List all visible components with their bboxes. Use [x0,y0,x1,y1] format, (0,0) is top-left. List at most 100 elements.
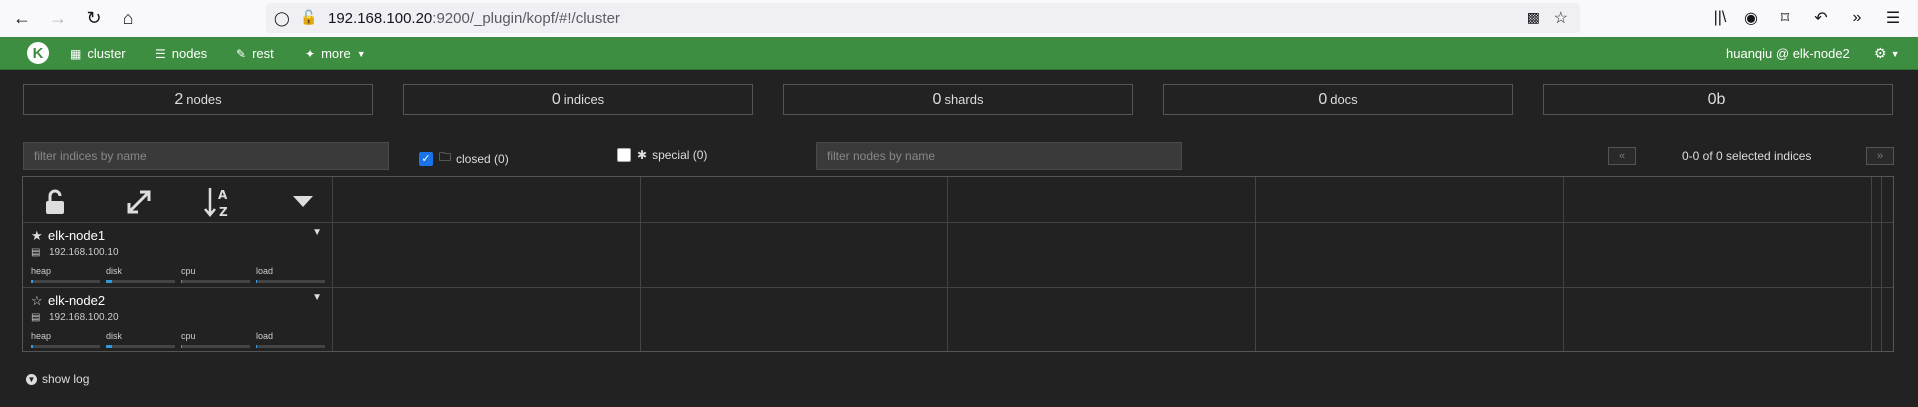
stat-docs: 0 docs [1163,84,1513,115]
nav-cluster-label: cluster [87,46,126,61]
node-card: ☆ elk-node2 ▼ ▤ 192.168.100.20 heap disk… [23,288,332,352]
filter-indices-input[interactable] [23,142,389,170]
metric-label: cpu [181,266,196,276]
bookmark-star-icon[interactable]: ☆ [1554,8,1568,28]
metric-load: load [256,331,325,348]
caret-down-icon[interactable] [286,185,320,219]
sitemap-icon: ▦ [70,46,82,61]
grid-divider [1563,177,1564,351]
closed-label: closed (0) [456,151,509,166]
master-star-icon: ★ [31,228,43,243]
closed-filter[interactable]: ✓ 🗀 closed (0) [419,148,509,169]
url-text[interactable]: 192.168.100.20:9200/_plugin/kopf/#!/clus… [328,10,620,27]
extension-icon[interactable]: ◉ [1738,5,1764,31]
forward-icon[interactable]: → [44,4,72,32]
node-ip: 192.168.100.20 [49,312,119,323]
metric-fill [256,280,257,283]
metric-bar [106,345,175,348]
stat-value: 0 [932,90,942,108]
metric-heap: heap [31,266,100,283]
library-icon[interactable]: ||\ [1707,5,1733,31]
pager-text: 0-0 of 0 selected indices [1682,149,1812,163]
svg-text:A: A [218,188,228,202]
pager-next-button[interactable]: » [1866,147,1894,165]
metric-fill [181,345,183,348]
folder-icon: 🗀 [439,150,452,164]
insecure-lock-icon[interactable]: 🔓 [300,9,317,26]
url-bar[interactable]: ◯ 🔓 192.168.100.20:9200/_plugin/kopf/#!/… [266,3,1580,33]
settings-menu[interactable]: ⚙ ▼ [1874,37,1899,70]
server-icon: ☰ [155,46,166,61]
metric-bar [181,345,250,348]
home-icon[interactable]: ⌂ [114,4,142,32]
expand-icon[interactable] [122,185,156,219]
qr-code-icon[interactable]: ▩ [1527,9,1540,26]
unlock-icon[interactable] [38,185,72,219]
filter-nodes-input[interactable] [816,142,1182,170]
grid-divider [640,177,641,351]
metric-bar [31,345,100,348]
metric-bar [256,345,325,348]
shield-icon[interactable]: ◯ [274,10,290,27]
node-card: ★ elk-node1 ▼ ▤ 192.168.100.10 heap disk… [23,223,332,287]
nav-user[interactable]: huanqiu @ elk-node2 [1726,37,1850,70]
url-path: :9200/_plugin/kopf/#!/cluster [432,10,620,27]
closed-checkbox[interactable]: ✓ [419,151,433,166]
stat-label: nodes [186,92,222,107]
chevron-circle-down-icon: ▼ [26,373,37,385]
overflow-chevron-icon[interactable]: » [1844,5,1870,31]
stat-label: docs [1330,92,1358,107]
kopf-logo[interactable]: K [27,42,49,64]
back-icon[interactable]: ← [8,4,36,32]
pager-prev-button[interactable]: « [1608,147,1636,165]
grid-divider [1871,177,1872,351]
reload-icon[interactable]: ↻ [80,4,108,32]
node-menu-caret-icon[interactable]: ▼ [312,292,322,303]
grid-divider [332,177,333,351]
stat-value: 2 [174,90,184,108]
show-log-toggle[interactable]: ▼ show log [26,372,89,386]
magic-icon: ✦ [305,46,316,61]
metric-bar [31,280,100,283]
hdd-icon: ▤ [31,247,41,258]
metric-label: cpu [181,331,196,341]
metric-heap: heap [31,331,100,348]
stat-shards: 0 shards [783,84,1133,115]
metric-bar [256,280,325,283]
asterisk-icon: ✱ [637,148,648,162]
menu-icon[interactable]: ☰ [1880,5,1906,31]
metric-disk: disk [106,266,175,283]
svg-text:Z: Z [219,205,228,218]
node-menu-caret-icon[interactable]: ▼ [312,227,322,238]
url-host: 192.168.100.20 [328,10,433,27]
edit-icon: ✎ [236,46,247,61]
node-name: elk-node1 [48,228,106,243]
nav-rest-label: rest [252,46,274,61]
sort-alpha-icon[interactable]: AZ [202,185,236,219]
star-outline-icon: ☆ [31,293,43,308]
nav-rest[interactable]: ✎ rest [236,37,274,70]
metric-fill [106,280,112,283]
special-filter[interactable]: ✱ special (0) [617,148,707,162]
metric-bar [181,280,250,283]
stat-label: indices [563,92,605,107]
node-ip: 192.168.100.10 [49,247,119,258]
metric-label: heap [31,266,52,276]
caret-down-icon: ▼ [356,48,366,59]
nav-more[interactable]: ✦ more ▼ [305,37,366,70]
special-checkbox[interactable] [617,148,631,162]
crop-icon[interactable]: ⌑ [1772,5,1798,31]
nav-nodes-label: nodes [171,46,208,61]
metric-bar [106,280,175,283]
stat-label: shards [944,92,984,107]
undo-icon[interactable]: ↶ [1808,5,1834,31]
hdd-icon: ▤ [31,312,41,323]
cluster-overview-grid: AZ ★ elk-node1 ▼ ▤ 192.168.100.10 heap d… [22,176,1894,352]
metric-fill [31,280,34,283]
special-label: special (0) [652,148,708,162]
stat-nodes: 2 nodes [23,84,373,115]
nav-cluster[interactable]: ▦ cluster [70,37,126,70]
metric-fill [181,280,183,283]
node-name: elk-node2 [48,293,106,308]
nav-nodes[interactable]: ☰ nodes [155,37,207,70]
